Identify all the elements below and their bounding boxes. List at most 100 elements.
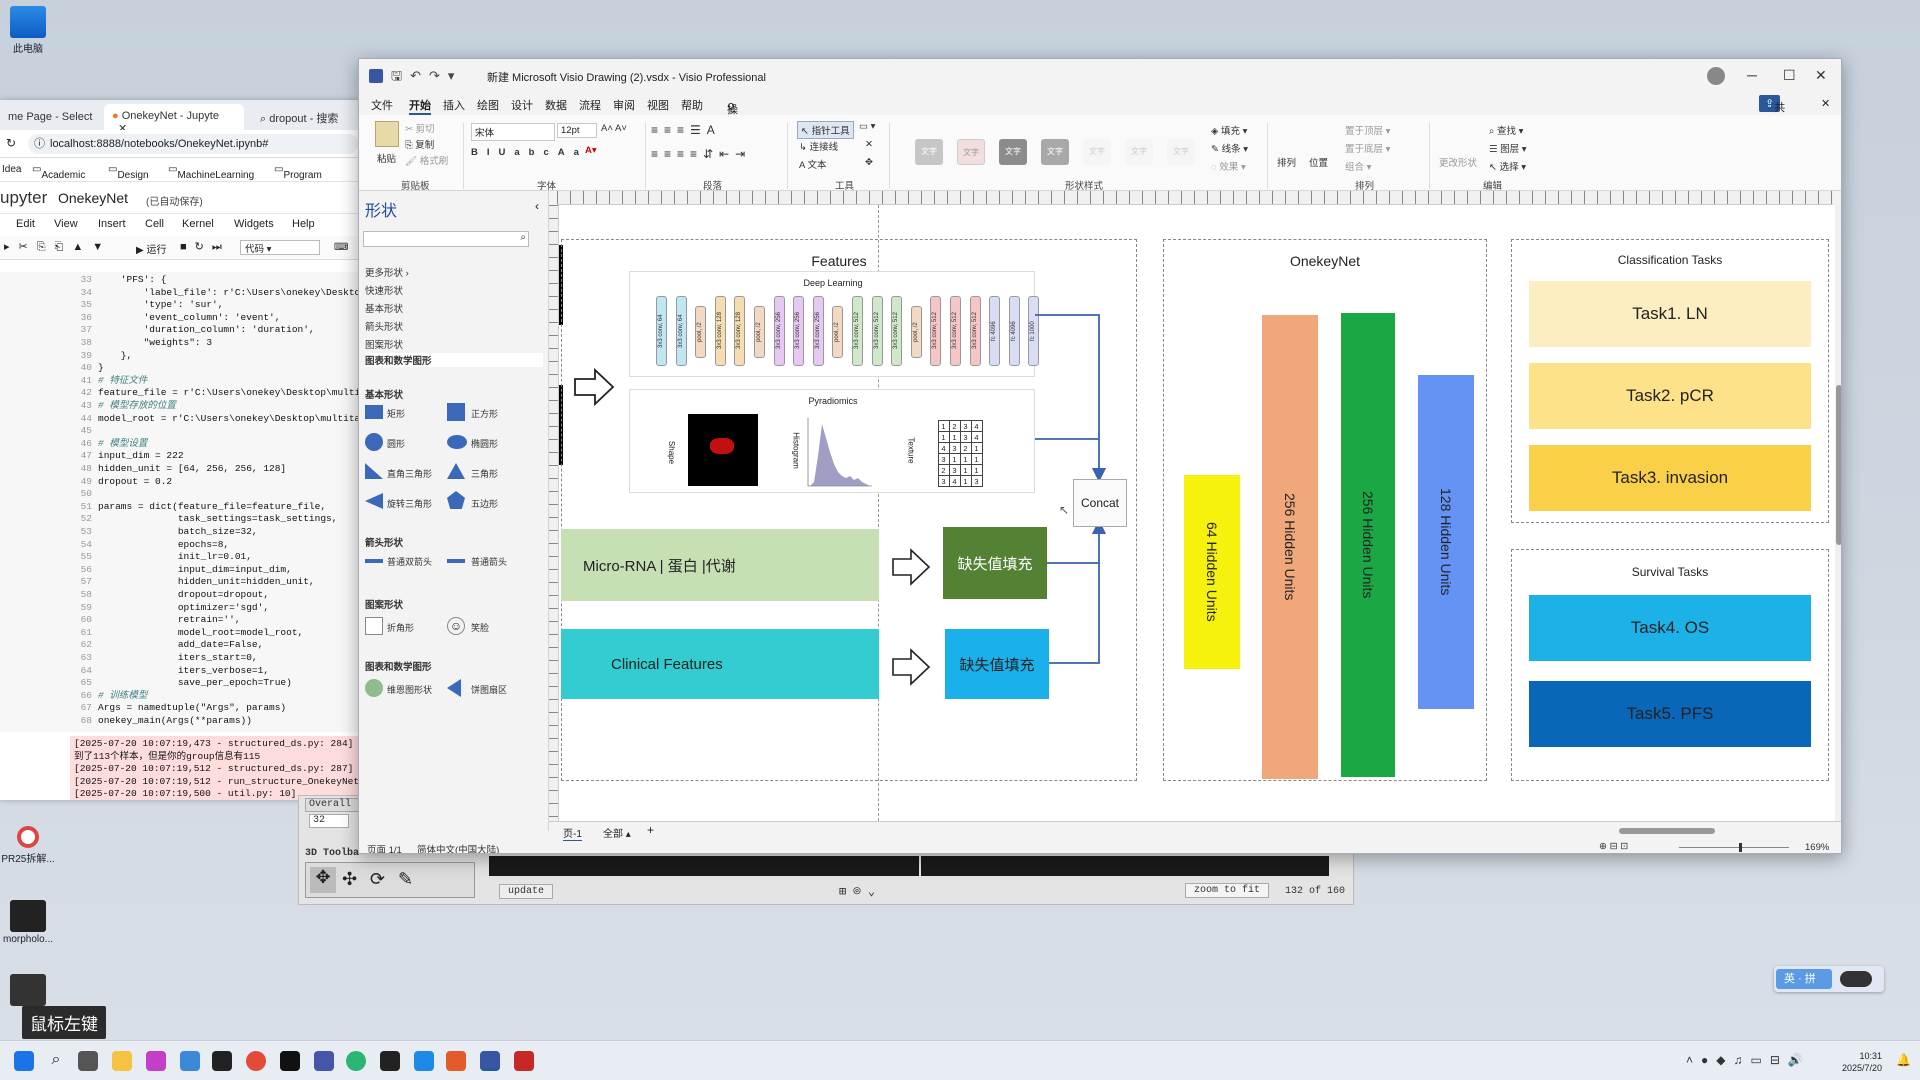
change-shape-button[interactable]: 更改形状: [1439, 155, 1477, 169]
cell-type-select[interactable]: 代码 ▾: [240, 240, 320, 255]
bookmark-academic[interactable]: ▭ Academic: [32, 164, 85, 181]
nav-arrow-shapes[interactable]: 箭头形状: [365, 319, 403, 333]
font-color-icon[interactable]: A▾: [585, 145, 597, 156]
cut-button[interactable]: ✂ 剪切: [405, 121, 435, 135]
bookmark-design[interactable]: ▭ Design: [108, 164, 149, 181]
app-icon-4[interactable]: [280, 1051, 300, 1071]
hidden-layer-2[interactable]: 256 Hidden Units: [1262, 315, 1318, 779]
hidden-layer-1[interactable]: 64 Hidden Units: [1184, 475, 1240, 669]
effect-button[interactable]: ◌ 效果 ▾: [1211, 159, 1246, 173]
page-tab-1[interactable]: 页-1: [563, 825, 582, 842]
search-icon[interactable]: ⌕: [46, 1051, 66, 1071]
pen-tool-icon[interactable]: ✎: [398, 869, 413, 890]
ribbon-close-icon[interactable]: ✕: [1821, 97, 1830, 110]
copy-button[interactable]: ⎘ 复制: [405, 137, 434, 151]
app-icon-2[interactable]: [180, 1051, 200, 1071]
browser-tab-onekeynet[interactable]: ● OnekeyNet - Jupyte ✕: [104, 104, 244, 135]
app-icon-8[interactable]: [446, 1051, 466, 1071]
connector-button[interactable]: ↳ 连接线: [799, 139, 838, 153]
font-style-icons[interactable]: BIUabcAa: [471, 147, 588, 158]
axes-tool-icon[interactable]: ✣: [342, 869, 357, 890]
tab-draw[interactable]: 绘图: [477, 97, 499, 113]
keyboard-icon[interactable]: ⌨: [334, 242, 348, 253]
task-invasion[interactable]: Task3. invasion: [1529, 445, 1811, 511]
app-icon-1[interactable]: [146, 1051, 166, 1071]
bring-front-button[interactable]: 置于顶层 ▾: [1345, 123, 1390, 137]
browser-tab-dropout[interactable]: ⌕ dropout - 搜索: [252, 104, 346, 130]
layer-button[interactable]: ☰ 图层 ▾: [1489, 141, 1527, 155]
desktop-shortcut-pr[interactable]: PR25拆解...: [0, 826, 64, 865]
text-tool-button[interactable]: A 文本: [799, 157, 826, 171]
notebook-name[interactable]: OnekeyNet: [58, 190, 128, 206]
close-button[interactable]: ✕: [1815, 67, 1827, 84]
zoom-slider[interactable]: [1679, 843, 1789, 852]
app-icon-3[interactable]: [212, 1051, 232, 1071]
tab-design[interactable]: 设计: [511, 97, 533, 113]
nav-basic-shapes[interactable]: 基本形状: [365, 301, 403, 315]
arrow-shape-icon[interactable]: [447, 559, 465, 563]
font-grow-icons[interactable]: A˄ A˅: [601, 123, 627, 134]
menu-insert[interactable]: Insert: [98, 218, 126, 230]
toolbar-icons[interactable]: ▸✂⎘⎗▲▼: [4, 240, 112, 254]
notification-icon[interactable]: 🔔: [1896, 1053, 1911, 1067]
circle-shape-icon[interactable]: [365, 433, 383, 451]
shape-style-swatch-1[interactable]: 文字: [915, 139, 943, 165]
horizontal-scroll-thumb[interactable]: [1619, 828, 1715, 834]
code-cell[interactable]: 33 'PFS': {34 'label_file': r'C:\Users\o…: [0, 272, 360, 732]
zoom-to-fit-button[interactable]: zoom to fit: [1185, 883, 1270, 898]
double-arrow-shape-icon[interactable]: [365, 559, 383, 563]
reload-icon[interactable]: ↻: [6, 136, 16, 150]
start-icon[interactable]: [14, 1051, 34, 1071]
shape-style-swatch-5[interactable]: 文字: [1083, 139, 1111, 165]
url-field[interactable]: ⓘ localhost:8888/notebooks/OnekeyNet.ipyn…: [28, 134, 358, 154]
pentagon-shape-icon[interactable]: [447, 491, 465, 509]
task-view-icon[interactable]: [78, 1051, 98, 1071]
terminal-icon[interactable]: [380, 1051, 400, 1071]
smiley-shape-icon[interactable]: ☺: [447, 617, 465, 635]
connection-point-icon[interactable]: ✥: [865, 157, 873, 168]
kernel-control-icons[interactable]: ■↻⏭: [180, 240, 230, 254]
add-page-icon[interactable]: +: [647, 823, 654, 837]
clock[interactable]: 10:31 2025/7/20: [1842, 1050, 1882, 1074]
visio-taskbar-icon[interactable]: [480, 1051, 500, 1071]
paragraph-align-icons[interactable]: ≡≡≡☰A: [651, 123, 721, 137]
tab-file[interactable]: 文件: [371, 97, 393, 113]
bookmark-program[interactable]: ▭ Program: [274, 164, 322, 181]
quick-access-icons[interactable]: 🖫↶↷▾: [391, 67, 462, 89]
chrome-icon[interactable]: [246, 1051, 266, 1071]
shape-style-swatch-2[interactable]: 文字: [957, 139, 985, 165]
tab-home[interactable]: 开始: [409, 97, 431, 115]
drawing-canvas[interactable]: Features Deep Learning 3x3 conv, 64 3x3 c…: [559, 205, 1835, 821]
paragraph-indent-icons[interactable]: ≡≡≡≡⇵⇤⇥: [651, 147, 751, 161]
zoom-level[interactable]: 169%: [1805, 842, 1829, 853]
view-mode-icons[interactable]: ⊕ ⊟ ⊡: [1599, 841, 1628, 852]
task-os[interactable]: Task4. OS: [1529, 595, 1811, 661]
tab-insert[interactable]: 插入: [443, 97, 465, 113]
font-select[interactable]: 宋体: [471, 123, 555, 141]
file-explorer-icon[interactable]: [112, 1051, 132, 1071]
horizontal-scrollbar[interactable]: [1349, 826, 1841, 836]
line-button[interactable]: ✎ 线条 ▾: [1211, 141, 1248, 155]
group-button[interactable]: 组合 ▾: [1345, 159, 1371, 173]
app-icon-9[interactable]: [514, 1051, 534, 1071]
shape-style-swatch-3[interactable]: 文字: [999, 139, 1027, 165]
tab-review[interactable]: 审阅: [613, 97, 635, 113]
overall-value-field[interactable]: 32: [309, 814, 349, 828]
desktop-shortcut-morpholo[interactable]: morpholo...: [0, 900, 64, 945]
shapes-search-input[interactable]: ⌕: [363, 231, 529, 247]
font-size-select[interactable]: 12pt: [557, 123, 597, 138]
desktop-shortcut-4[interactable]: [0, 974, 64, 1008]
avatar[interactable]: [1707, 67, 1725, 85]
app-icon-6[interactable]: [346, 1051, 366, 1071]
rotated-triangle-shape-icon[interactable]: [365, 493, 383, 509]
pointer-tool-button[interactable]: ↖ 指针工具: [797, 121, 854, 139]
rectangle-tool-icon[interactable]: ▭ ▾: [859, 121, 875, 132]
share-button[interactable]: ⇪ 共享: [1759, 95, 1785, 130]
folded-corner-shape-icon[interactable]: [365, 617, 383, 635]
task-pcr[interactable]: Task2. pCR: [1529, 363, 1811, 429]
bookmark-machinelearning[interactable]: ▭ MachineLearning: [168, 164, 254, 181]
paste-icon[interactable]: [375, 121, 399, 147]
arrange-button[interactable]: 排列: [1277, 155, 1296, 169]
nav-pattern-shapes[interactable]: 图案形状: [365, 337, 403, 351]
position-button[interactable]: 位置: [1309, 155, 1328, 169]
